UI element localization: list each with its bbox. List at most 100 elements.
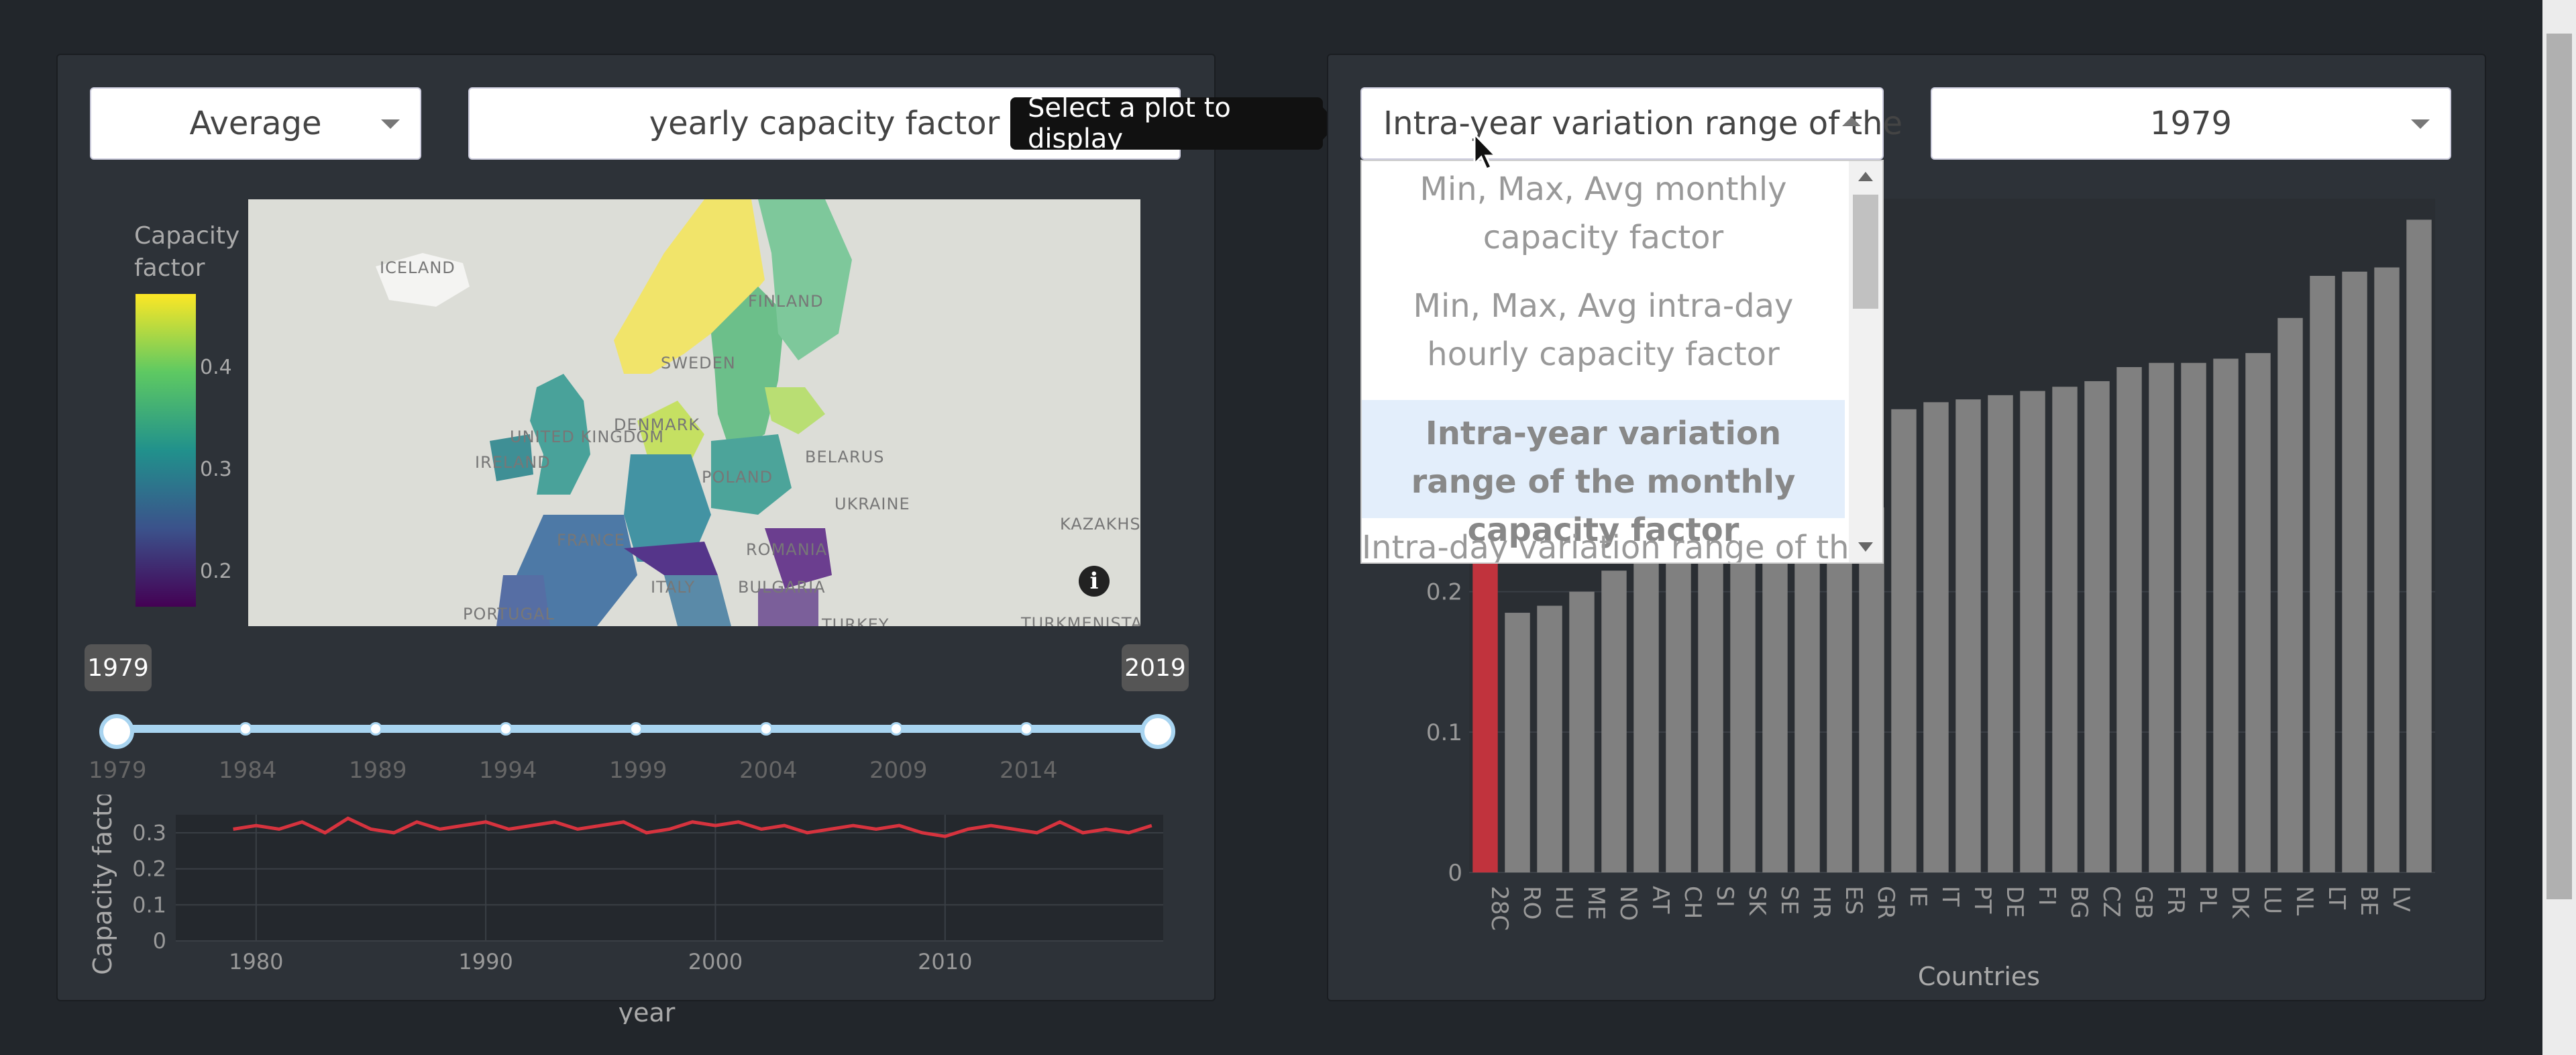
slider-dot <box>629 722 643 736</box>
xtick-label: IE <box>1904 886 1931 907</box>
colorbar <box>136 294 196 607</box>
bar <box>1762 528 1788 872</box>
slider-end-bubble: 2019 <box>1122 644 1189 691</box>
aggregation-dropdown[interactable]: Average <box>90 87 421 160</box>
map-label: TURKMENISTAN <box>1021 614 1140 626</box>
colorbar-tick: 0.3 <box>200 458 232 481</box>
map-label: KAZAKHSTAN <box>1060 515 1140 534</box>
bar <box>1923 402 1949 872</box>
page-scrollbar[interactable] <box>2542 0 2576 1055</box>
xtick-label: GB <box>2130 886 2157 919</box>
baltic-shape <box>765 387 825 434</box>
bar <box>1537 605 1562 872</box>
bar <box>1955 399 1981 872</box>
xtick-label: PL <box>2194 886 2221 913</box>
menu-item-monthly-cf[interactable]: Min, Max, Avg monthly capacity factor <box>1362 165 1845 278</box>
xtick-label: LU <box>2259 886 2286 914</box>
xtick-label: 1990 <box>458 949 513 974</box>
xtick-label: IT <box>1937 886 1964 907</box>
slider-mark-label: 1999 <box>609 757 667 784</box>
map-label: ICELAND <box>380 258 455 277</box>
bar <box>1601 570 1627 872</box>
map-label: BULGARIA <box>738 578 826 597</box>
slider-mark-label: 1994 <box>479 757 537 784</box>
xtick-label: NL <box>2291 886 2318 915</box>
menu-item-intrayear-range[interactable]: Intra-year variation range of the monthl… <box>1362 400 1845 549</box>
slider-dot <box>239 722 252 736</box>
map-label: POLAND <box>702 468 773 487</box>
slider-end-handle[interactable] <box>1140 714 1175 749</box>
timeseries-chart[interactable]: 0 0.1 0.2 0.3 1980 1990 2000 2010 year Capacity f… <box>90 795 1181 1024</box>
scroll-down-icon[interactable] <box>1858 542 1873 552</box>
slider-dot <box>759 722 773 736</box>
xtick-label: 28C <box>1486 886 1513 931</box>
slider-mark-label: 2004 <box>739 757 798 784</box>
bar <box>2116 367 2142 872</box>
ytick-label: 0.1 <box>1426 719 1462 746</box>
bar <box>1666 542 1691 872</box>
bar <box>1505 613 1530 872</box>
bar <box>1730 536 1756 872</box>
ytick-label: 0 <box>1448 860 1462 887</box>
xtick-label: LT <box>2323 886 2350 909</box>
bar <box>1891 409 1917 872</box>
colorbar-tick: 0.2 <box>200 560 232 583</box>
ytick-label: 0.2 <box>132 856 166 882</box>
bar <box>2406 219 2432 872</box>
xtick-label: SE <box>1776 886 1803 915</box>
xtick-label: AT <box>1647 886 1674 914</box>
bar <box>2149 362 2174 872</box>
plot-options-menu[interactable]: Min, Max, Avg monthly capacity factor Mi… <box>1360 160 1884 564</box>
xtick-label: HU <box>1550 886 1577 919</box>
menu-item-intraday-cf[interactable]: Min, Max, Avg intra-day hourly capacity … <box>1362 282 1845 395</box>
slider-mark-label: 1984 <box>219 757 277 784</box>
xtick-label: LV <box>2387 886 2414 911</box>
year-dropdown[interactable]: 1979 <box>1931 87 2451 160</box>
scroll-up-icon[interactable] <box>1858 172 1873 181</box>
chevron-up-icon <box>1842 117 1861 126</box>
slider-mark-label: 1989 <box>349 757 407 784</box>
colorbar-title-line1: Capacity <box>134 222 240 250</box>
xtick-label: CZ <box>2098 886 2125 917</box>
menu-scroll-thumb[interactable] <box>1853 195 1878 309</box>
page-scroll-thumb[interactable] <box>2546 34 2572 899</box>
slider-mark-label: 2014 <box>1000 757 1058 784</box>
xtick-label: ES <box>1840 886 1867 915</box>
mouse-cursor-icon <box>1473 133 1498 170</box>
menu-item-intraday-range[interactable]: Intra-day variation range of the <box>1362 523 1869 562</box>
map-label: TURKEY <box>822 615 890 626</box>
bar <box>1827 514 1852 872</box>
plot-dropdown-value: Intra-year variation range of the <box>1383 105 1902 142</box>
slider-dot <box>499 722 513 736</box>
xtick-label: DE <box>2001 886 2028 918</box>
info-icon[interactable]: i <box>1079 566 1110 597</box>
metric-dropdown-value: yearly capacity factor <box>649 105 1000 142</box>
xtick-label: 2010 <box>918 949 972 974</box>
slider-start-handle[interactable] <box>99 714 134 749</box>
map-label: UNITED KINGDOM <box>510 428 664 446</box>
bar <box>1633 549 1659 872</box>
xtick-label: NO <box>1615 886 1642 921</box>
xtick-label: HR <box>1808 886 1835 919</box>
xtick-label: BE <box>2355 886 2382 916</box>
bar <box>2342 271 2367 872</box>
map-label: PORTUGAL <box>463 605 555 623</box>
xtick-label: FR <box>2162 886 2189 915</box>
xtick-label: ME <box>1582 886 1609 920</box>
bar <box>2310 276 2335 872</box>
bar <box>2374 267 2400 872</box>
plot-dropdown[interactable]: Intra-year variation range of the <box>1360 87 1902 160</box>
xtick-label: BG <box>2065 886 2092 919</box>
bar <box>2052 387 2078 872</box>
map-label: FINLAND <box>748 292 824 311</box>
map-label: FRANCE <box>557 531 625 550</box>
xtick-label: GR <box>1872 886 1899 919</box>
ytick-label: 0 <box>153 928 166 954</box>
menu-scrollbar[interactable] <box>1849 161 1882 562</box>
xtick-label: PT <box>1969 886 1996 914</box>
bar <box>2245 353 2271 872</box>
europe-map[interactable]: ICELAND FINLAND SWEDEN DENMARK UNITED KI… <box>248 199 1140 626</box>
slider-mark-label: 1979 <box>89 757 147 784</box>
map-label: ITALY <box>651 578 696 597</box>
xtick-label: SK <box>1743 886 1770 917</box>
